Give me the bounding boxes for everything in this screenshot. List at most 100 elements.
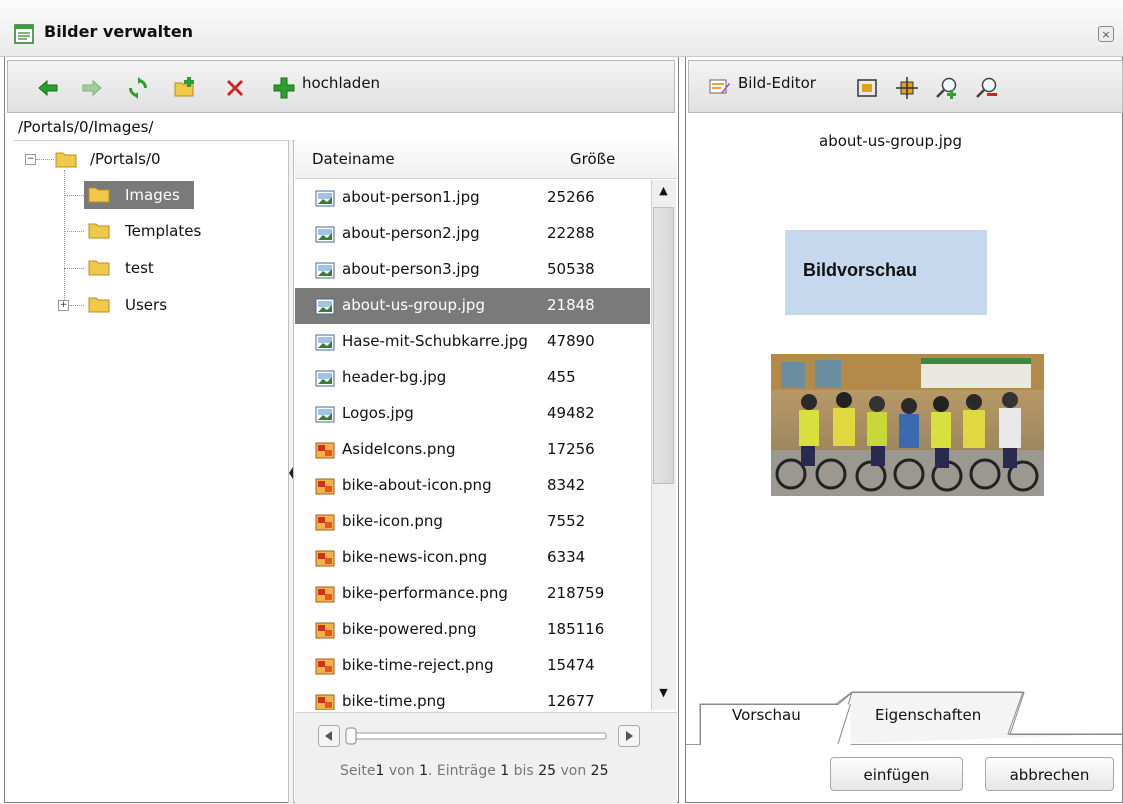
folder-icon [88,260,110,276]
zoom-in-icon[interactable] [935,76,959,100]
pager-to: 25 [538,763,557,779]
file-name: about-us-group.jpg [342,296,485,314]
png-file-icon [315,442,335,459]
file-size: 12677 [547,692,595,710]
pager-eintraege: . Einträge [427,763,496,779]
file-row[interactable]: Hase-mit-Schubkarre.jpg 47890 [295,324,650,360]
png-file-icon [315,622,335,639]
image-editor-icon[interactable] [709,77,731,97]
tree-expand-toggle[interactable]: + [58,300,69,311]
pager-page: 1 [375,763,385,779]
file-name: bike-news-icon.png [342,548,488,566]
pager-bis: bis [513,763,534,779]
file-name: bike-icon.png [342,512,443,530]
jpg-file-icon [315,298,335,315]
close-button[interactable]: × [1098,26,1114,42]
file-row[interactable]: bike-powered.png 185116 [295,612,650,648]
file-size: 15474 [547,656,595,674]
file-name: Logos.jpg [342,404,414,422]
file-row[interactable]: about-person2.jpg 22288 [295,216,650,252]
file-size: 49482 [547,404,595,422]
window-icon [14,24,34,44]
pager-pages: 1 [419,763,428,779]
tree-node-images[interactable]: Images [125,186,180,204]
fit-icon[interactable] [855,76,879,100]
file-row[interactable]: bike-time-reject.png 15474 [295,648,650,684]
file-name: bike-performance.png [342,584,508,602]
file-size: 6334 [547,548,586,566]
file-row[interactable]: bike-news-icon.png 6334 [295,540,650,576]
file-row[interactable]: bike-about-icon.png 8342 [295,468,650,504]
folder-icon [88,187,110,203]
png-file-icon [315,550,335,567]
tree-node-test[interactable]: test [125,259,154,277]
tree-node-templates[interactable]: Templates [125,222,201,240]
file-size: 21848 [547,296,595,314]
file-list: about-person1.jpg 25266 about-person2.jpg 2… [295,180,650,710]
column-header-size[interactable]: Größe [570,150,615,168]
upload-button[interactable]: hochladen [302,74,380,92]
jpg-file-icon [315,262,335,279]
file-size: 455 [547,368,576,386]
png-file-icon [315,694,335,710]
refresh-icon[interactable] [126,76,150,100]
file-row[interactable]: about-us-group.jpg 21848 [295,288,650,324]
pager-von: von [388,763,415,779]
insert-button[interactable]: einfügen [830,757,963,791]
tab-properties[interactable]: Eigenschaften [875,706,981,724]
file-size: 7552 [547,512,586,530]
file-name: about-person3.jpg [342,260,480,278]
window-title: Bilder verwalten [44,22,194,41]
add-icon[interactable] [272,76,296,100]
file-size: 218759 [547,584,605,602]
file-size: 8342 [547,476,586,494]
new-folder-icon[interactable] [173,76,197,100]
collapse-arrow-icon[interactable] [288,462,294,484]
png-file-icon [315,658,335,675]
image-editor-button[interactable]: Bild-Editor [738,74,816,92]
delete-icon[interactable] [223,76,247,100]
file-size: 47890 [547,332,595,350]
file-size: 185116 [547,620,605,638]
file-row[interactable]: bike-performance.png 218759 [295,576,650,612]
pager-from: 1 [500,763,510,779]
tab-preview[interactable]: Vorschau [732,706,801,724]
file-row[interactable]: Logos.jpg 49482 [295,396,650,432]
tree-collapse-toggle[interactable]: − [25,154,36,165]
scroll-down-icon[interactable]: ▼ [653,686,674,706]
file-row[interactable]: header-bg.jpg 455 [295,360,650,396]
folder-icon [88,223,110,239]
jpg-file-icon [315,370,335,387]
folder-icon [88,297,110,313]
arrow-left-icon[interactable] [36,76,60,100]
tree-node-users[interactable]: Users [125,296,167,314]
scrollbar-thumb[interactable] [653,207,674,484]
file-name: bike-time.png [342,692,446,710]
tree-node-root[interactable]: /Portals/0 [90,150,161,168]
file-size: 25266 [547,188,595,206]
png-file-icon [315,586,335,603]
folder-icon [55,152,77,168]
file-row[interactable]: bike-time.png 12677 [295,684,650,710]
file-row[interactable]: about-person3.jpg 50538 [295,252,650,288]
cancel-button[interactable]: abbrechen [985,757,1114,791]
column-header-name[interactable]: Dateiname [312,150,395,168]
file-name: Hase-mit-Schubkarre.jpg [342,332,528,350]
file-row[interactable]: bike-icon.png 7552 [295,504,650,540]
file-row[interactable]: AsideIcons.png 17256 [295,432,650,468]
zoom-out-icon[interactable] [975,76,999,100]
pager-info: Seite1 von 1. Einträge 1 bis 25 von 25 [340,763,608,779]
page-slider[interactable] [318,725,640,747]
file-name: about-person2.jpg [342,224,480,242]
center-icon[interactable] [895,76,919,100]
current-path: /Portals/0/Images/ [18,118,154,136]
file-row[interactable]: about-person1.jpg 25266 [295,180,650,216]
preview-image [771,354,1044,496]
jpg-file-icon [315,226,335,243]
preview-filename: about-us-group.jpg [819,132,962,150]
file-name: about-person1.jpg [342,188,480,206]
file-size: 22288 [547,224,595,242]
scroll-up-icon[interactable]: ▲ [653,184,674,204]
arrow-right-icon[interactable] [80,76,104,100]
pager-seite: Seite [340,763,376,779]
